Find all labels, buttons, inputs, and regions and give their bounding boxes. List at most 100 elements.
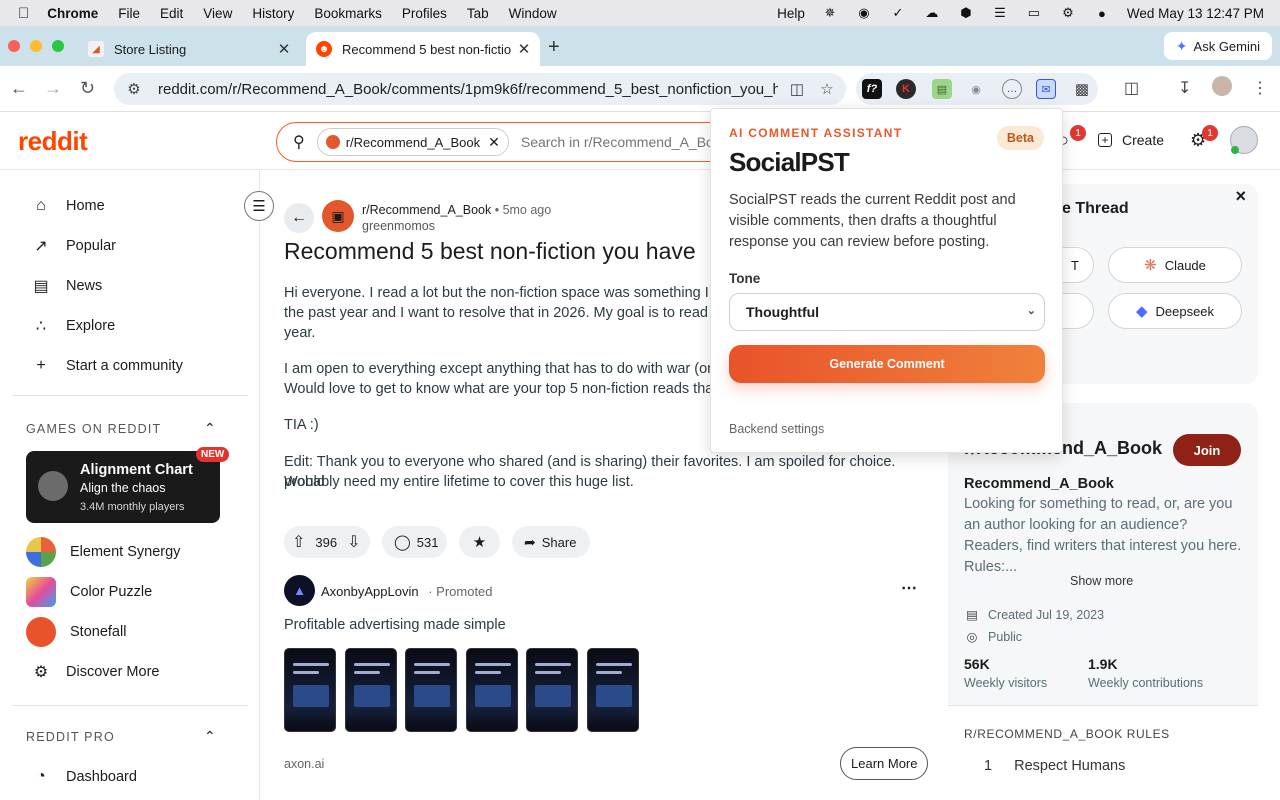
camera-extension-icon[interactable]: ◉	[966, 79, 986, 99]
check-circle-icon[interactable]: ◉	[855, 5, 873, 21]
sidebar-item-popular[interactable]: ↗ Popular	[30, 234, 116, 258]
promo-thumbnail[interactable]	[344, 648, 397, 732]
menu-help[interactable]: Help	[777, 6, 805, 21]
promo-thumbnail[interactable]	[526, 648, 578, 732]
chip-close-icon[interactable]: ✕	[488, 134, 500, 151]
new-tab-icon[interactable]: +	[548, 36, 560, 59]
apple-icon[interactable]: 	[18, 5, 29, 22]
reddit-pro-header[interactable]: REDDIT PRO	[26, 730, 115, 744]
tab-reddit-post[interactable]: ☻ Recommend 5 best non-fictio ✕	[306, 32, 540, 66]
back-arrow-icon[interactable]: ←	[10, 78, 28, 99]
promo-thumbnail[interactable]	[586, 648, 639, 732]
promo-thumbnail[interactable]	[405, 648, 457, 732]
game-item-color-puzzle[interactable]: Color Puzzle	[26, 577, 152, 607]
socialpst-extension-icon[interactable]: ✉	[1036, 79, 1056, 99]
menu-tab[interactable]: Tab	[467, 6, 489, 21]
menu-file[interactable]: File	[118, 6, 140, 21]
tone-select[interactable]: Thoughtful ⌄	[729, 293, 1045, 331]
k-extension-icon[interactable]: K	[896, 79, 916, 99]
post-subreddit-link[interactable]: r/Recommend_A_Book	[362, 203, 491, 217]
promo-thumbnail[interactable]	[465, 648, 518, 732]
post-author[interactable]: greenmomos	[362, 219, 435, 233]
check-icon[interactable]: ✓	[889, 5, 907, 21]
battery-icon[interactable]: ▭	[1025, 5, 1043, 21]
advertiser-name[interactable]: AxonbyAppLovin	[321, 584, 419, 599]
wifi-icon[interactable]: ☰	[991, 5, 1009, 21]
control-center-icon[interactable]: ⚙	[1059, 5, 1077, 21]
learn-more-button[interactable]: Learn More	[840, 747, 929, 780]
game-item-discover-more[interactable]: ⚙ Discover More	[26, 657, 160, 687]
zoom-window-button[interactable]	[52, 40, 64, 52]
user-avatar[interactable]	[1230, 126, 1258, 154]
promo-domain[interactable]: axon.ai	[284, 757, 324, 771]
ask-gemini-button[interactable]: ✦ Ask Gemini	[1163, 32, 1272, 60]
create-button[interactable]: + Create	[1098, 132, 1164, 148]
menu-bookmarks[interactable]: Bookmarks	[314, 6, 382, 21]
menu-window[interactable]: Window	[509, 6, 557, 21]
menu-history[interactable]: History	[252, 6, 294, 21]
subreddit-avatar[interactable]: ▣	[322, 200, 354, 232]
games-section-header[interactable]: GAMES ON REDDIT	[26, 422, 161, 436]
promo-more-icon[interactable]: ⋯	[901, 578, 917, 598]
menu-view[interactable]: View	[203, 6, 232, 21]
menu-app-name[interactable]: Chrome	[47, 6, 98, 21]
claude-button[interactable]: ❋ Claude	[1108, 247, 1242, 283]
sidebar-item-start-community[interactable]: + Start a community	[30, 354, 183, 378]
extensions-puzzle-icon[interactable]: ▩	[1072, 79, 1092, 99]
menu-profiles[interactable]: Profiles	[402, 6, 447, 21]
more-menu-icon[interactable]: ⋮	[1252, 78, 1268, 98]
menu-edit[interactable]: Edit	[160, 6, 183, 21]
tab-store-listing[interactable]: ◢ Store Listing ✕	[78, 32, 300, 66]
sparkle-icon[interactable]: ✵	[821, 5, 839, 21]
deepseek-button[interactable]: ◆ Deepseek	[1108, 293, 1242, 329]
game-item-stonefall[interactable]: Stonefall	[26, 617, 126, 647]
backend-settings-link[interactable]: Backend settings	[729, 422, 824, 436]
show-more-button[interactable]: Show more	[1070, 574, 1133, 588]
siri-icon[interactable]: ●	[1093, 5, 1111, 21]
award-button[interactable]: ★	[459, 526, 500, 558]
back-button[interactable]: ←	[284, 203, 314, 233]
chevron-up-icon[interactable]: ⌃	[204, 728, 216, 745]
install-app-icon[interactable]: ◫	[786, 80, 808, 98]
close-icon[interactable]: ×	[1235, 186, 1246, 207]
tab-close-icon[interactable]: ✕	[514, 40, 534, 58]
url-text[interactable]: reddit.com/r/Recommend_A_Book/comments/1…	[158, 81, 778, 98]
cloud-icon[interactable]: ☁	[923, 5, 941, 21]
download-icon[interactable]: ↧	[1178, 78, 1191, 98]
downvote-icon[interactable]: ⇩	[347, 532, 360, 552]
game-item-element-synergy[interactable]: Element Synergy	[26, 537, 180, 567]
tab-close-icon[interactable]: ✕	[274, 40, 294, 58]
minimize-window-button[interactable]	[30, 40, 42, 52]
sidebar-item-home[interactable]: ⌂ Home	[30, 194, 105, 218]
menubar-clock[interactable]: Wed May 13 12:47 PM	[1127, 6, 1264, 21]
sidebar-toggle-button[interactable]: ☰	[244, 191, 274, 221]
profile-avatar-icon[interactable]	[1212, 76, 1232, 96]
tab-search-icon[interactable]: ◫	[1124, 78, 1139, 98]
search-input[interactable]	[520, 134, 735, 150]
upvote-icon[interactable]: ⇧	[292, 532, 305, 552]
site-settings-icon[interactable]: ⚙	[124, 80, 144, 98]
promo-thumbnail[interactable]	[284, 648, 336, 732]
bookmark-star-icon[interactable]: ☆	[816, 80, 838, 98]
subreddit-search-chip[interactable]: r/Recommend_A_Book ✕	[316, 128, 509, 156]
forward-arrow-icon[interactable]: →	[44, 78, 62, 99]
reddit-search-bar[interactable]: ⚲ r/Recommend_A_Book ✕	[276, 122, 736, 162]
reddit-logo[interactable]: reddit	[18, 126, 88, 157]
image-extension-icon[interactable]: ▤	[932, 79, 952, 99]
comments-button[interactable]: ◯ 531	[382, 526, 447, 558]
join-button[interactable]: Join	[1173, 434, 1241, 466]
address-bar[interactable]: ⚙ reddit.com/r/Recommend_A_Book/comments…	[114, 73, 846, 105]
advertiser-avatar[interactable]: ▲	[284, 575, 315, 606]
code-extension-icon[interactable]: …	[1002, 79, 1022, 99]
featured-game-card[interactable]: Alignment Chart Align the chaos 3.4M mon…	[26, 451, 220, 523]
chevron-up-icon[interactable]: ⌃	[204, 420, 216, 437]
reload-icon[interactable]: ↻	[80, 78, 95, 99]
formula-extension-icon[interactable]: f?	[862, 79, 882, 99]
generate-comment-button[interactable]: Generate Comment	[729, 345, 1045, 383]
close-window-button[interactable]	[8, 40, 20, 52]
sidebar-item-dashboard[interactable]: ◔ Dashboard	[30, 765, 137, 789]
cube-icon[interactable]: ⬢	[957, 5, 975, 21]
sidebar-item-news[interactable]: ▤ News	[30, 274, 102, 298]
sidebar-item-explore[interactable]: ∴ Explore	[30, 314, 115, 338]
rule-item[interactable]: 1 Respect Humans	[984, 758, 1125, 774]
